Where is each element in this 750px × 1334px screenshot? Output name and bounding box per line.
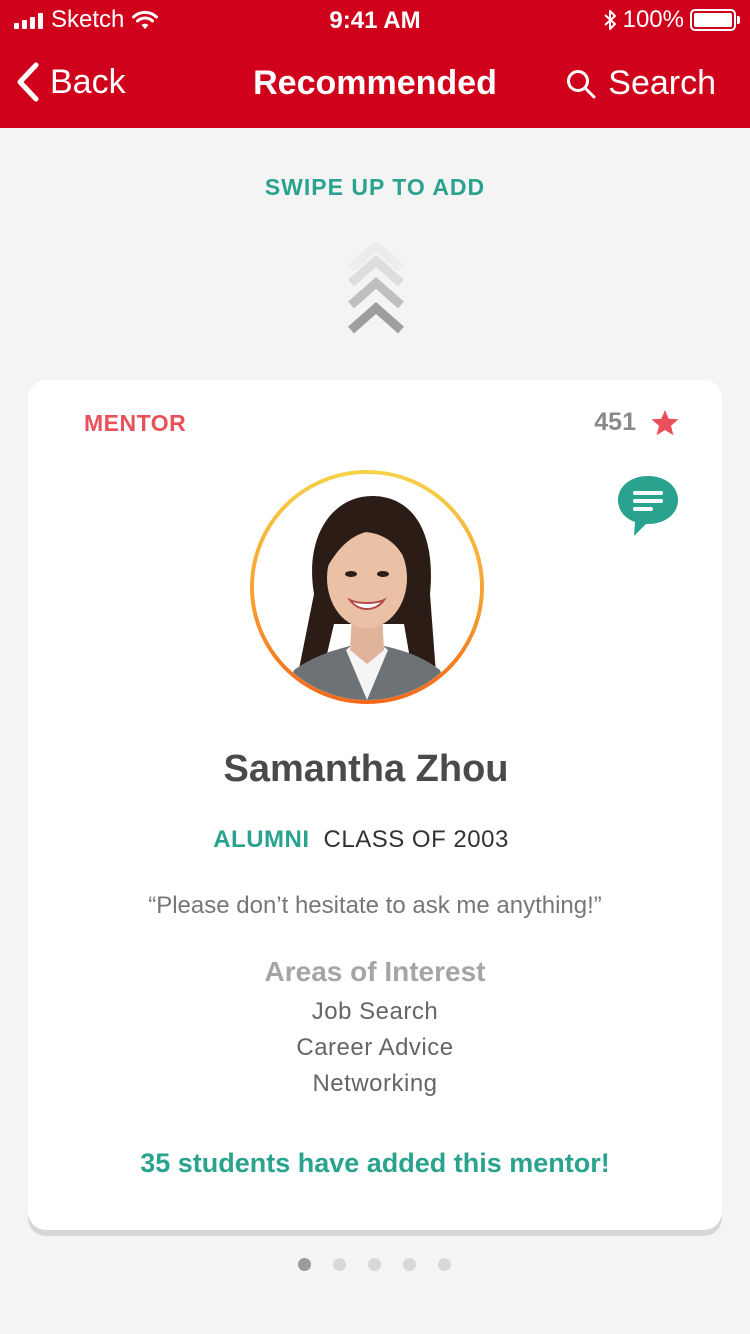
page-dot[interactable] [438,1258,451,1271]
header: Sketch 9:41 AM 100% Back Recommended Sea… [0,0,750,128]
avatar-ring [250,470,484,704]
interests-list: Job Search Career Advice Networking [28,994,722,1102]
interest-item: Networking [312,1070,438,1097]
nav-bar: Back Recommended Search [0,40,750,128]
alumni-tag: ALUMNI [213,826,310,853]
page-dot[interactable] [368,1258,381,1271]
class-line: ALUMNI CLASS OF 2003 [28,826,694,854]
mentor-quote: “Please don’t hesitate to ask me anythin… [148,892,602,919]
interests-title: Areas of Interest [264,956,486,987]
status-bar: Sketch 9:41 AM 100% [0,0,750,40]
page-indicator [298,1258,451,1271]
page-dot[interactable] [403,1258,416,1271]
avatar[interactable] [254,474,480,700]
bluetooth-icon [603,10,616,30]
card-type-label: MENTOR [84,410,187,436]
double-chevron-up-icon[interactable] [345,240,407,340]
rating[interactable]: 451 [594,408,680,437]
battery-icon [690,9,740,31]
rating-count: 451 [594,408,636,436]
page-dot[interactable] [298,1258,311,1271]
search-button[interactable]: Search [566,64,716,103]
interest-item: Career Advice [296,1034,454,1061]
mentor-card[interactable]: MENTOR 451 Samantha Zhou ALUMNI CLASS OF… [28,380,722,1230]
page-dot[interactable] [333,1258,346,1271]
search-icon [567,69,596,98]
avatar-portrait [254,474,480,700]
mentor-name: Samantha Zhou [223,748,509,790]
battery-percent: 100% [622,6,684,33]
status-right: 100% [603,6,740,34]
search-label: Search [608,64,716,102]
added-count-text: 35 students have added this mentor! [140,1148,610,1178]
chat-bubble-icon[interactable] [616,474,680,538]
class-of: CLASS OF 2003 [323,826,509,853]
star-icon[interactable] [650,409,680,437]
swipe-hint: SWIPE UP TO ADD [264,174,486,200]
interest-item: Job Search [311,998,439,1025]
